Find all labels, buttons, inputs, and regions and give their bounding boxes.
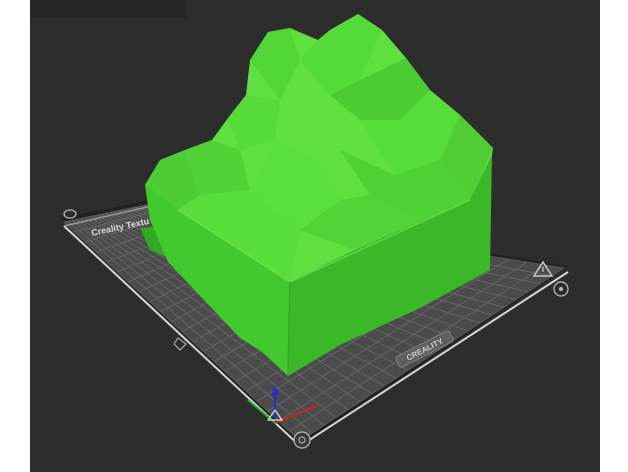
slicer-window: Creality Textu CREALITY xyxy=(0,0,628,472)
fan-icon xyxy=(553,281,569,297)
logo-badge-icon xyxy=(293,431,311,449)
bed-marker-icon xyxy=(173,337,187,351)
scene-canvas[interactable]: Creality Textu CREALITY xyxy=(0,0,628,472)
